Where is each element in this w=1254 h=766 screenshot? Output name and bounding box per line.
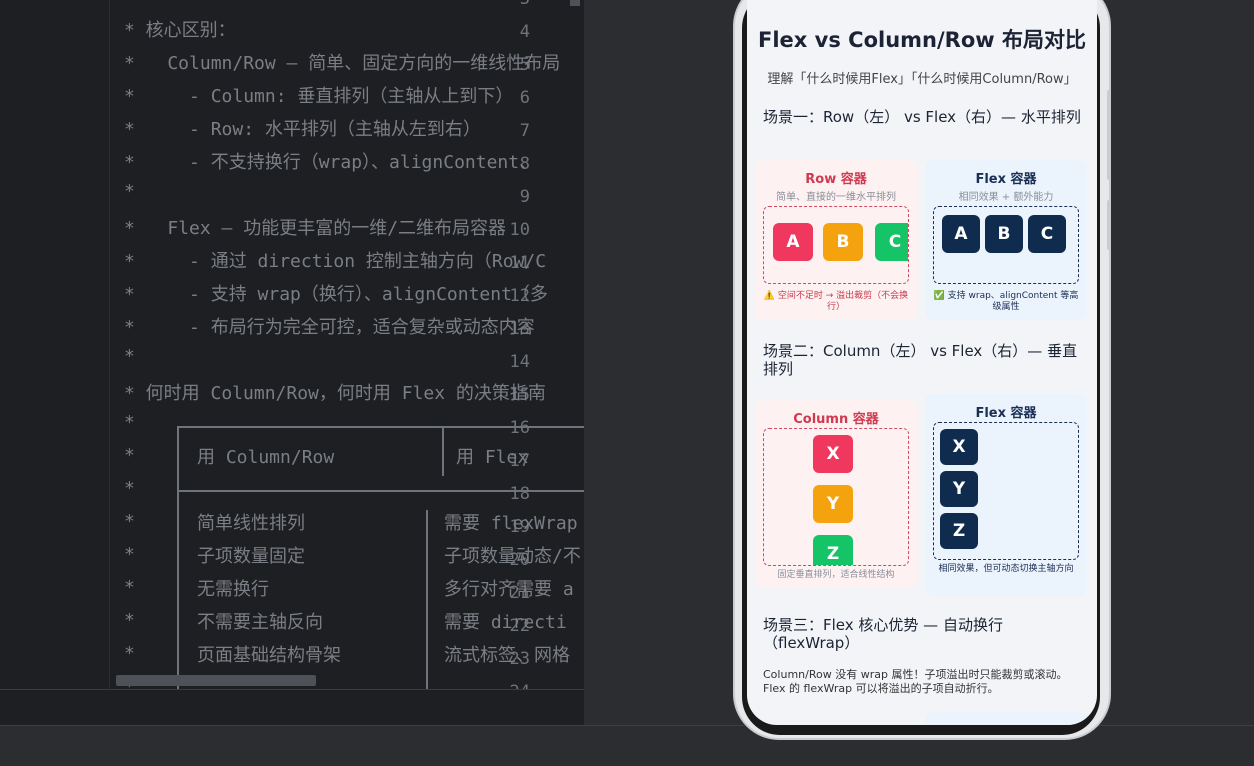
table-cell-right: 多行对齐需要 a (444, 579, 574, 600)
row-card-title: Row 容器 (805, 172, 867, 187)
table-border-left (177, 426, 179, 689)
row-container-card: Row 容器 简单、直接的一维水平排列 A B C ⚠️ 空间不足时 → 溢出裁… (755, 160, 917, 320)
flex-row-card-title: Flex 容器 (975, 172, 1037, 187)
flex-column-card-note: 相同效果，但可动态切换主轴方向 (938, 564, 1074, 574)
row-card-note: ⚠️ 空间不足时 → 溢出裁剪（不会换行） (763, 291, 909, 312)
code-line[interactable]: * - 不支持换行（wrap）、alignContent、 (124, 148, 537, 181)
device-screen[interactable]: Flex vs Column/Row 布局对比 理解「什么时候用Flex」「什么… (747, 0, 1097, 725)
column-item-y: Y (813, 485, 853, 523)
vertical-scrollbar[interactable] (570, 0, 580, 6)
code-line[interactable]: * (124, 478, 135, 511)
volume-button (1107, 90, 1111, 180)
flex-column-item-y: Y (940, 471, 978, 507)
flex-column-card-title: Flex 容器 (975, 406, 1037, 421)
flex-row-card-note: ✅ 支持 wrap、alignContent 等高级属性 (933, 291, 1079, 312)
code-line[interactable]: * (124, 577, 135, 610)
code-line[interactable]: * Column/Row — 简单、固定方向的一维线性布局 (124, 49, 560, 82)
code-editor[interactable]: 3456789101112131415161718192021222324 用 … (0, 0, 584, 689)
table-divider-header (442, 426, 444, 476)
flex-column-card: Flex 容器 X Y Z 相同效果，但可动态切换主轴方向 (925, 394, 1087, 596)
table-cell-left: 不需要主轴反向 (197, 612, 323, 633)
table-cell-left: 无需换行 (197, 579, 269, 600)
column-card-title: Column 容器 (793, 412, 879, 427)
table-cell-right: 需要 flexWrap (444, 513, 578, 534)
page-subtitle: 理解「什么时候用Flex」「什么时候用Column/Row」 (767, 72, 1077, 87)
code-line[interactable]: * (124, 610, 135, 643)
editor-status-bar (0, 689, 584, 725)
code-line[interactable]: * - 布局行为完全可控，适合复杂或动态内容 (124, 313, 535, 346)
code-line[interactable]: * (124, 511, 135, 544)
code-line[interactable]: * 何时用 Column/Row，何时用 Flex 的决策指南 (124, 379, 546, 412)
row-item-b: B (823, 223, 863, 261)
scene2-title: 场景二：Column（左） vs Flex（右）— 垂直排列 (763, 342, 1078, 378)
horizontal-scrollbar[interactable] (116, 675, 316, 686)
column-container-card: Column 容器 X Y Z 固定垂直排列，适合线性结构 (755, 400, 917, 588)
row-item-c: C (875, 223, 908, 261)
row-item-a: A (773, 223, 813, 261)
table-border-mid (177, 490, 584, 492)
scene1-title: 场景一：Row（左） vs Flex（右）— 水平排列 (763, 108, 1081, 126)
table-border-top (177, 426, 584, 428)
column-item-z: Z (813, 535, 853, 565)
code-area[interactable]: 用 Column/Row 用 Flex 简单线性排列 需要 flexWrap 子项数… (124, 0, 584, 689)
flex-row-card: Flex 容器 相同效果 + 额外能力 A B C ✅ 支持 wrap、alig… (925, 160, 1087, 320)
code-line[interactable]: * (124, 544, 135, 577)
code-line[interactable]: * (124, 643, 135, 676)
scene3-card (925, 712, 1087, 725)
code-line[interactable]: * Flex — 功能更丰富的一维/二维布局容器 (124, 214, 506, 247)
flex-column-item-x: X (940, 429, 978, 465)
code-line[interactable]: * (124, 181, 135, 214)
code-line[interactable]: * - 支持 wrap（换行）、alignContent（多 (124, 280, 548, 313)
table-cell-left: 子项数量固定 (197, 546, 305, 567)
flex-column-container: X Y Z (933, 422, 1079, 560)
page-title: Flex vs Column/Row 布局对比 (758, 28, 1086, 52)
flex-column-item-z: Z (940, 513, 978, 549)
flex-row-card-subtitle: 相同效果 + 额外能力 (958, 192, 1054, 203)
code-line[interactable]: * - Column: 垂直排列（主轴从上到下） (124, 82, 513, 115)
code-line[interactable]: * ══════════════════════════════════════… (124, 0, 568, 16)
code-line[interactable]: * (124, 412, 135, 445)
column-card-note: 固定垂直排列，适合线性结构 (777, 570, 895, 580)
column-container: X Y Z (763, 428, 909, 566)
table-cell-left: 简单线性排列 (197, 513, 305, 534)
flex-row-item-c: C (1028, 215, 1066, 253)
code-line[interactable]: * (124, 346, 135, 379)
table-divider-body (426, 510, 428, 689)
flex-row-item-a: A (942, 215, 980, 253)
column-item-x: X (813, 435, 853, 473)
flex-row-item-b: B (985, 215, 1023, 253)
flex-row-container: A B C (933, 206, 1079, 284)
table-cell-left: 页面基础结构骨架 (197, 645, 341, 666)
power-button (1107, 200, 1111, 250)
scene3-description: Column/Row 没有 wrap 属性！子项溢出时只能裁剪或滚动。Flex … (763, 668, 1068, 695)
table-cell-right: 流式标签、网格 (444, 645, 570, 666)
table-header-left: 用 Column/Row (197, 447, 335, 468)
scene3-title: 场景三：Flex 核心优势 — 自动换行（flexWrap） (763, 616, 1003, 652)
code-line[interactable]: * - Row: 水平排列（主轴从左到右） (124, 115, 481, 148)
table-cell-right: 子项数量动态/不 (444, 546, 581, 567)
code-line[interactable]: * (124, 445, 135, 478)
code-line[interactable]: * - 通过 direction 控制主轴方向（Row/C (124, 247, 546, 280)
row-card-subtitle: 简单、直接的一维水平排列 (776, 192, 896, 203)
code-line[interactable]: * 核心区别： (124, 16, 236, 49)
line-number-gutter (0, 0, 110, 689)
table-cell-right: 需要 directi (444, 612, 567, 633)
row-container: A B C (763, 206, 909, 284)
table-header-right: 用 Flex (456, 447, 529, 468)
